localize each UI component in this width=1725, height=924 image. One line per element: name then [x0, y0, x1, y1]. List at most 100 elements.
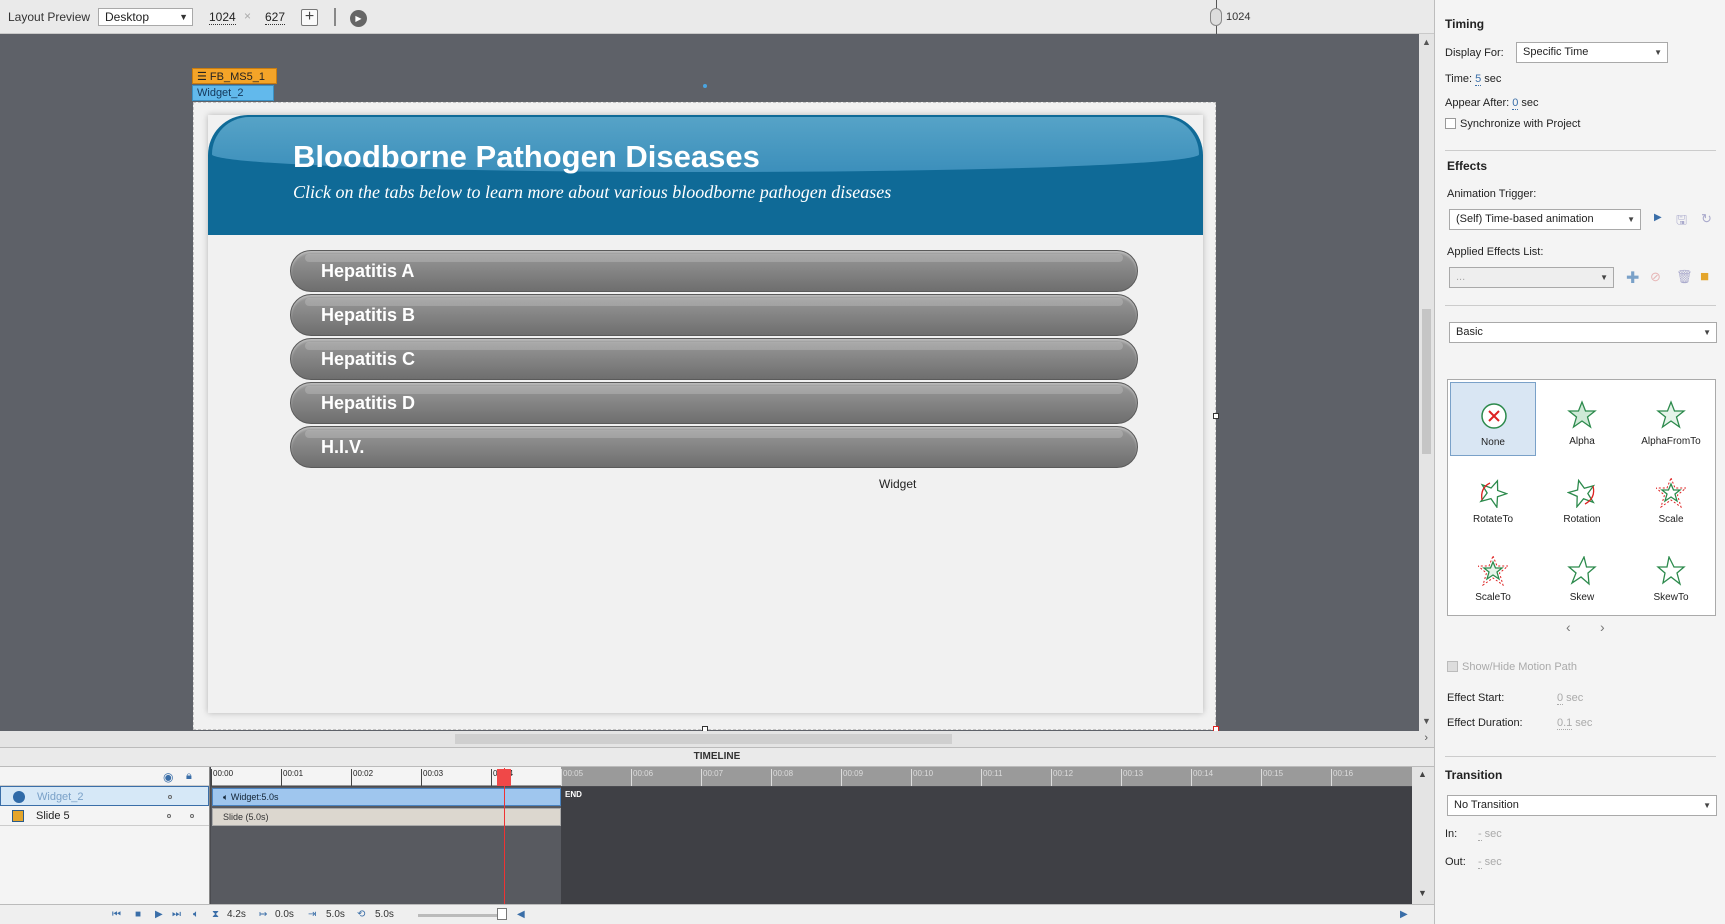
- transition-select[interactable]: No Transition ▼: [1447, 795, 1717, 816]
- timeline-scrollbar[interactable]: ▲ ▼: [1412, 767, 1434, 904]
- stage-vertical-scrollbar[interactable]: ▲ ▼: [1419, 34, 1434, 731]
- chevron-down-icon[interactable]: ▼: [1422, 716, 1431, 726]
- effect-none[interactable]: None: [1450, 382, 1536, 456]
- folder-icon[interactable]: ■: [1700, 268, 1709, 285]
- stage-horizontal-scrollbar[interactable]: ›: [0, 731, 1434, 747]
- play-icon[interactable]: ▶: [1654, 212, 1662, 223]
- effect-duration-label: Effect Duration:: [1447, 717, 1523, 729]
- display-for-value: Specific Time: [1523, 46, 1589, 58]
- show-hide-row[interactable]: Show/Hide Motion Path: [1447, 661, 1577, 673]
- timeline-ruler[interactable]: 00:00 00:01 00:02 00:03 00:04 00:05 00:0…: [211, 767, 1412, 786]
- fb-widget-tag[interactable]: ☰ FB_MS5_1: [192, 68, 277, 84]
- applied-effects-label: Applied Effects List:: [1447, 246, 1544, 258]
- tab-label: Hepatitis A: [321, 261, 415, 281]
- effect-scaleto[interactable]: ScaleTo: [1450, 538, 1536, 612]
- sync-checkbox[interactable]: [1445, 118, 1456, 129]
- chevron-right-icon[interactable]: ▶: [1400, 909, 1408, 920]
- time-value[interactable]: 5: [1475, 73, 1482, 86]
- effect-alphafromto[interactable]: AlphaFromTo: [1628, 382, 1714, 456]
- animation-trigger-select[interactable]: (Self) Time-based animation ▼: [1449, 209, 1641, 230]
- effect-duration-row: 0.1 sec: [1557, 717, 1592, 730]
- lock-icon[interactable]: 🔒︎: [186, 770, 192, 783]
- layer-widget2[interactable]: Widget_2: [0, 786, 209, 806]
- zoom-slider-knob[interactable]: [497, 908, 507, 920]
- effect-skewto[interactable]: SkewTo: [1628, 538, 1714, 612]
- scroll-thumb[interactable]: [455, 734, 952, 744]
- chevron-left-icon[interactable]: ◀: [517, 909, 525, 920]
- effect-label: Scale: [1658, 514, 1684, 525]
- rewind-icon[interactable]: ⏮: [112, 909, 121, 920]
- applied-effects-select[interactable]: ... ▼: [1449, 267, 1614, 288]
- disable-icon[interactable]: ⊘: [1650, 269, 1661, 285]
- tick: 00:02: [351, 769, 373, 786]
- resize-handle-right[interactable]: [1213, 413, 1219, 419]
- slide-content: Bloodborne Pathogen Diseases Click on th…: [208, 115, 1203, 713]
- sync-row[interactable]: Synchronize with Project: [1445, 118, 1580, 130]
- effect-skew[interactable]: Skew: [1539, 538, 1625, 612]
- save-icon[interactable]: 🖫︎: [1676, 211, 1687, 233]
- effect-label: SkewTo: [1653, 592, 1689, 603]
- end-time-icon: ⇥: [308, 909, 317, 920]
- layer-slide5[interactable]: Slide 5: [0, 806, 209, 826]
- chevron-down-icon[interactable]: ▼: [1418, 888, 1427, 898]
- stop-icon[interactable]: ■: [135, 909, 141, 920]
- chevron-up-icon[interactable]: ▲: [1418, 769, 1427, 779]
- widget-timeline-bar[interactable]: 🔈︎ Widget:5.0s: [212, 788, 561, 806]
- ruler-handle[interactable]: [1210, 8, 1222, 26]
- transition-out-value[interactable]: -: [1478, 856, 1482, 869]
- delete-icon[interactable]: 🗑︎: [1676, 269, 1693, 285]
- visibility-dot[interactable]: [168, 795, 172, 799]
- scroll-thumb[interactable]: [1422, 309, 1431, 454]
- tick: 00:13: [1121, 769, 1143, 786]
- play-icon[interactable]: ▶: [350, 10, 367, 27]
- play-icon[interactable]: ▶: [155, 909, 163, 920]
- lock-dot[interactable]: [190, 814, 194, 818]
- playhead-handle[interactable]: [497, 769, 511, 786]
- add-effect-icon[interactable]: ✚: [1626, 268, 1639, 288]
- tab-hiv[interactable]: H.I.V.: [290, 426, 1138, 468]
- tab-hepatitis-d[interactable]: Hepatitis D: [290, 382, 1138, 424]
- widget2-tag[interactable]: Widget_2: [192, 85, 274, 101]
- effect-rotation[interactable]: Rotation: [1539, 460, 1625, 534]
- width-field[interactable]: 1024: [209, 10, 236, 25]
- visibility-dot[interactable]: [167, 814, 171, 818]
- eye-icon[interactable]: ◉: [163, 770, 173, 784]
- appear-after-value[interactable]: 0: [1512, 97, 1519, 110]
- tab-hepatitis-a[interactable]: Hepatitis A: [290, 250, 1138, 292]
- transition-in-label: In:: [1445, 828, 1458, 840]
- effect-start-value[interactable]: 0: [1557, 692, 1564, 705]
- effect-rotateto[interactable]: RotateTo: [1450, 460, 1536, 534]
- refresh-icon[interactable]: ↻: [1701, 211, 1712, 227]
- slide-title: Bloodborne Pathogen Diseases: [293, 139, 760, 174]
- display-for-select[interactable]: Specific Time ▼: [1516, 42, 1668, 63]
- playhead[interactable]: [504, 768, 505, 904]
- show-hide-label: Show/Hide Motion Path: [1462, 661, 1577, 673]
- widget-label: Widget: [879, 477, 917, 491]
- effect-label: RotateTo: [1472, 514, 1514, 525]
- chevron-right-icon[interactable]: ›: [1600, 619, 1605, 635]
- slide-timeline-bar[interactable]: Slide (5.0s): [212, 808, 561, 826]
- chevron-up-icon[interactable]: ▲: [1422, 37, 1431, 47]
- transition-in-value[interactable]: -: [1478, 828, 1482, 841]
- chevron-right-icon[interactable]: ›: [1424, 732, 1428, 744]
- chevron-left-icon[interactable]: ‹: [1566, 619, 1571, 635]
- show-hide-checkbox[interactable]: [1447, 661, 1458, 672]
- transition-in-row: - sec: [1478, 828, 1502, 841]
- chevron-down-icon: ▼: [1703, 328, 1711, 337]
- effect-duration-value[interactable]: 0.1: [1557, 717, 1573, 730]
- device-select[interactable]: Desktop ▼: [98, 8, 193, 26]
- zoom-slider[interactable]: [418, 914, 506, 917]
- height-field[interactable]: 627: [265, 10, 286, 25]
- effect-label: Alpha: [1569, 436, 1595, 447]
- effect-alpha[interactable]: Alpha: [1539, 382, 1625, 456]
- effect-category-select[interactable]: Basic ▼: [1449, 322, 1717, 343]
- plus-icon[interactable]: +: [301, 9, 318, 26]
- forward-icon[interactable]: ⏭: [172, 909, 181, 920]
- chevron-down-icon: ▼: [1703, 801, 1711, 810]
- tab-hepatitis-b[interactable]: Hepatitis B: [290, 294, 1138, 336]
- tab-hepatitis-c[interactable]: Hepatitis C: [290, 338, 1138, 380]
- widget-icon: ☰: [197, 71, 210, 83]
- effect-scale[interactable]: Scale: [1628, 460, 1714, 534]
- slide[interactable]: Bloodborne Pathogen Diseases Click on th…: [193, 102, 1219, 732]
- speaker-icon[interactable]: 🔈︎: [193, 909, 199, 920]
